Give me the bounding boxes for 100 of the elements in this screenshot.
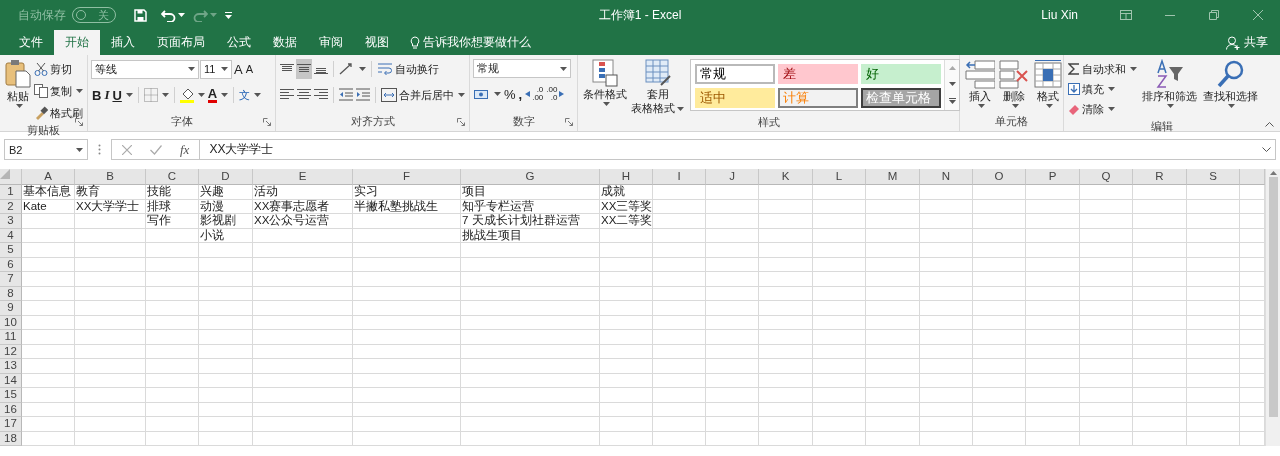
autosum-button[interactable]: 自动求和: [1067, 59, 1138, 79]
cut-button[interactable]: 剪切: [33, 59, 84, 79]
bold-button[interactable]: B: [91, 85, 103, 105]
empty-cell: [75, 301, 146, 316]
font-size-field[interactable]: 11: [200, 59, 232, 79]
column-header[interactable]: C: [146, 169, 199, 185]
column-header[interactable]: O: [973, 169, 1026, 185]
wrap-text-button[interactable]: 自动换行: [376, 59, 440, 79]
increase-font-size-button[interactable]: A: [233, 59, 244, 79]
fill-button[interactable]: 填充: [1067, 79, 1138, 99]
formula-input[interactable]: XX大学学士: [200, 139, 1276, 160]
decrease-indent-icon: [338, 88, 354, 102]
empty-cell: [866, 199, 920, 214]
row-header[interactable]: 7: [0, 272, 22, 287]
caret-icon: [1167, 104, 1174, 108]
table-cell: Kate: [22, 199, 75, 214]
row-header[interactable]: 1: [0, 185, 22, 200]
column-header[interactable]: R: [1133, 169, 1187, 185]
column-header[interactable]: M: [866, 169, 920, 185]
delete-cells-button[interactable]: 删除: [997, 59, 1031, 114]
column-header[interactable]: A: [22, 169, 75, 185]
column-header[interactable]: E: [253, 169, 353, 185]
ribbon-tab[interactable]: 视图: [354, 30, 400, 55]
italic-button[interactable]: I: [103, 85, 111, 105]
percent-button[interactable]: %: [503, 84, 517, 104]
column-header[interactable]: G: [461, 169, 600, 185]
empty-cell: [75, 402, 146, 417]
column-header[interactable]: F: [353, 169, 461, 185]
cell-style-swatch[interactable]: 差: [778, 64, 858, 84]
column-header[interactable]: S: [1187, 169, 1240, 185]
row-header[interactable]: 11: [0, 330, 22, 345]
vertical-scrollbar[interactable]: [1265, 169, 1280, 446]
empty-cell: [1026, 373, 1080, 388]
column-header[interactable]: K: [759, 169, 813, 185]
number-format-field[interactable]: 常规: [473, 59, 571, 78]
ribbon-tab[interactable]: 插入: [100, 30, 146, 55]
empty-cell: [1187, 373, 1240, 388]
increase-decimal-button[interactable]: .0 .00: [524, 84, 545, 104]
decrease-decimal-button[interactable]: .00 .0: [545, 84, 566, 104]
format-as-table-button[interactable]: 套用 表格格式: [629, 59, 686, 115]
column-header[interactable]: H: [600, 169, 653, 185]
cell-style-swatch[interactable]: 适中: [695, 88, 775, 108]
conditional-formatting-button[interactable]: 条件格式: [581, 59, 629, 115]
insert-function-button[interactable]: fx: [180, 137, 190, 162]
font-color-button[interactable]: A: [206, 85, 230, 105]
empty-cell: [199, 402, 253, 417]
underline-button[interactable]: U: [111, 85, 134, 105]
tell-me-search[interactable]: 告诉我你想要做什么: [423, 34, 531, 51]
name-box[interactable]: B2: [4, 139, 88, 160]
row-header[interactable]: 9: [0, 301, 22, 316]
column-header[interactable]: J: [706, 169, 759, 185]
empty-cell: [653, 315, 706, 330]
merge-center-button[interactable]: 合并后居中: [380, 85, 466, 105]
empty-cell: [1187, 402, 1240, 417]
share-button[interactable]: 共享: [1220, 30, 1274, 55]
empty-cell: [75, 417, 146, 432]
insert-cells-button[interactable]: 插入: [963, 59, 997, 114]
column-header[interactable]: D: [199, 169, 253, 185]
phonetic-button[interactable]: 文: [238, 85, 263, 105]
collapse-ribbon-button[interactable]: [1265, 122, 1274, 127]
borders-button[interactable]: [142, 85, 170, 105]
sort-filter-button[interactable]: 排序和筛选: [1140, 59, 1199, 119]
ribbon-tab[interactable]: 审阅: [308, 30, 354, 55]
comma-style-button[interactable]: ,: [517, 84, 524, 104]
column-header[interactable]: Q: [1080, 169, 1133, 185]
column-header[interactable]: N: [920, 169, 973, 185]
empty-cell: [706, 330, 759, 345]
cell-style-swatch[interactable]: 常规: [695, 64, 775, 84]
column-header[interactable]: P: [1026, 169, 1080, 185]
column-header[interactable]: L: [813, 169, 866, 185]
ribbon-tab[interactable]: 页面布局: [146, 30, 216, 55]
ribbon-tab[interactable]: 公式: [216, 30, 262, 55]
column-header-filler: [1240, 169, 1265, 185]
find-select-button[interactable]: 查找和选择: [1201, 59, 1260, 119]
caret-icon: [161, 93, 169, 97]
copy-button[interactable]: 复制: [33, 81, 84, 101]
font-name-field[interactable]: 等线: [91, 59, 199, 79]
cell-style-swatch[interactable]: 好: [861, 64, 941, 84]
row-header[interactable]: 5: [0, 243, 22, 258]
row-header[interactable]: 17: [0, 417, 22, 432]
clear-button[interactable]: 清除: [1067, 99, 1138, 119]
empty-cell: [759, 243, 813, 258]
row-header[interactable]: 15: [0, 388, 22, 403]
ribbon-tab[interactable]: 开始: [54, 30, 100, 55]
vertical-align-button[interactable]: [296, 59, 312, 79]
empty-cell: [1080, 359, 1133, 374]
column-header[interactable]: I: [653, 169, 706, 185]
empty-cell: [146, 243, 199, 258]
row-header[interactable]: 13: [0, 359, 22, 374]
ribbon-tab[interactable]: 数据: [262, 30, 308, 55]
row-header[interactable]: 3: [0, 214, 22, 229]
decrease-font-size-button[interactable]: A: [244, 59, 254, 79]
caret-icon: [188, 67, 195, 71]
column-header[interactable]: B: [75, 169, 146, 185]
format-cells-button[interactable]: 格式: [1031, 59, 1065, 114]
ribbon-tab[interactable]: 文件: [8, 30, 54, 55]
empty-cell: [1187, 199, 1240, 214]
paste-button[interactable]: 粘贴: [3, 59, 33, 123]
person-icon: [1226, 35, 1240, 50]
format-painter-button[interactable]: 格式刷: [33, 103, 84, 123]
